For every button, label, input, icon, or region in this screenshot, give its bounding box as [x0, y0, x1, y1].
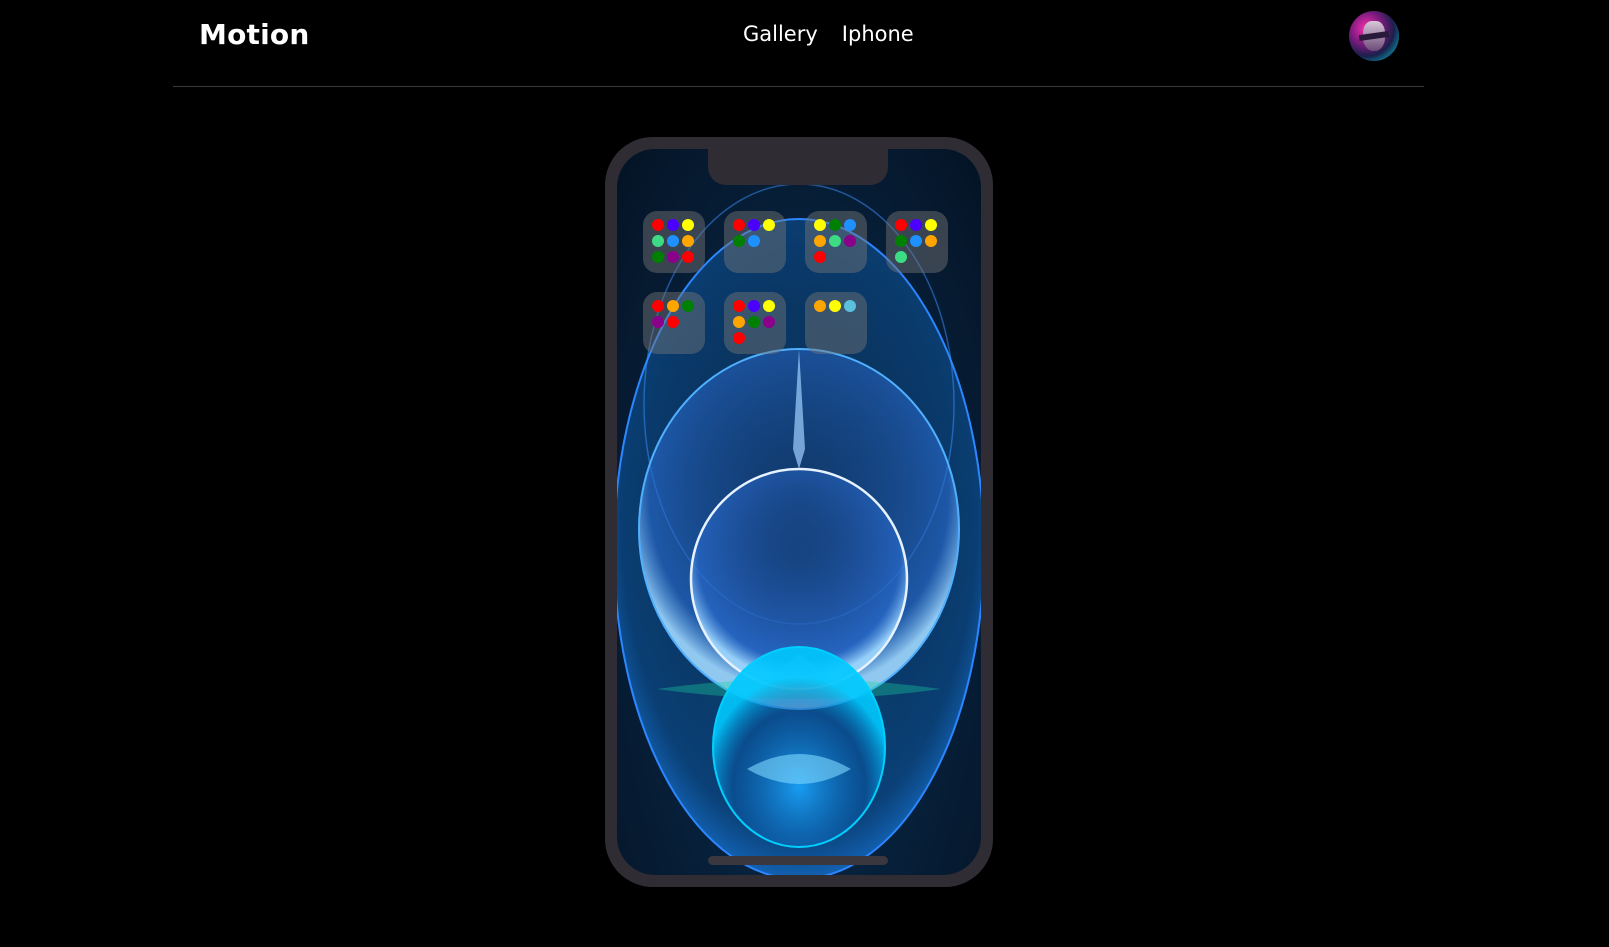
app-icon: [844, 235, 856, 247]
app-icon: [814, 300, 826, 312]
app-icon: [925, 219, 937, 231]
app-icon: [748, 235, 760, 247]
lower-bubble: [712, 646, 886, 848]
app-icon: [748, 316, 760, 328]
app-icon: [895, 251, 907, 263]
app-icon: [763, 300, 775, 312]
app-folder-1[interactable]: [643, 211, 705, 273]
app-icon: [814, 235, 826, 247]
app-icon: [733, 332, 745, 344]
app-icon: [682, 235, 694, 247]
app-icon: [733, 219, 745, 231]
app-icon: [733, 235, 745, 247]
app-folder-4[interactable]: [886, 211, 948, 273]
app-icon: [925, 235, 937, 247]
app-icon: [910, 235, 922, 247]
brand-logo[interactable]: Motion: [199, 18, 309, 51]
app-icon: [844, 300, 856, 312]
app-icon: [910, 219, 922, 231]
app-icon: [829, 300, 841, 312]
app-icon: [652, 316, 664, 328]
app-folder-icons: [733, 219, 775, 247]
app-folder-2[interactable]: [724, 211, 786, 273]
app-icon: [667, 300, 679, 312]
phone-notch: [708, 149, 888, 185]
app-folder-6[interactable]: [724, 292, 786, 354]
app-icon: [733, 316, 745, 328]
app-icon: [895, 235, 907, 247]
app-icon: [844, 219, 856, 231]
app-icon: [763, 316, 775, 328]
app-folder-icons: [814, 219, 856, 263]
app-icon: [667, 219, 679, 231]
app-folders-grid: [643, 211, 948, 354]
app-icon: [829, 235, 841, 247]
app-icon: [652, 235, 664, 247]
app-icon: [667, 251, 679, 263]
app-folder-3[interactable]: [805, 211, 867, 273]
app-icon: [748, 300, 760, 312]
app-folder-icons: [895, 219, 937, 263]
app-icon: [682, 219, 694, 231]
app-icon: [652, 300, 664, 312]
app-icon: [763, 219, 775, 231]
app-icon: [682, 300, 694, 312]
app-icon: [652, 219, 664, 231]
app-folder-icons: [652, 300, 694, 328]
app-folder-5[interactable]: [643, 292, 705, 354]
iphone-screen: [617, 149, 981, 875]
app-icon: [733, 300, 745, 312]
top-navbar: Motion Gallery Iphone: [173, 0, 1424, 87]
app-folder-7[interactable]: [805, 292, 867, 354]
iphone-frame: [605, 137, 993, 887]
user-avatar-icon[interactable]: [1349, 11, 1399, 61]
app-folder-icons: [652, 219, 694, 263]
app-icon: [895, 219, 907, 231]
home-indicator[interactable]: [708, 856, 888, 865]
app-icon: [814, 219, 826, 231]
nav-link-iphone[interactable]: Iphone: [842, 22, 914, 46]
app-folder-icons: [733, 300, 775, 344]
nav-link-gallery[interactable]: Gallery: [743, 22, 818, 46]
app-icon: [748, 219, 760, 231]
app-icon: [829, 219, 841, 231]
app-icon: [652, 251, 664, 263]
app-icon: [667, 316, 679, 328]
app-icon: [814, 251, 826, 263]
app-folder-icons: [814, 300, 856, 312]
main-nav: Gallery Iphone: [743, 22, 914, 46]
app-icon: [682, 251, 694, 263]
app-icon: [667, 235, 679, 247]
